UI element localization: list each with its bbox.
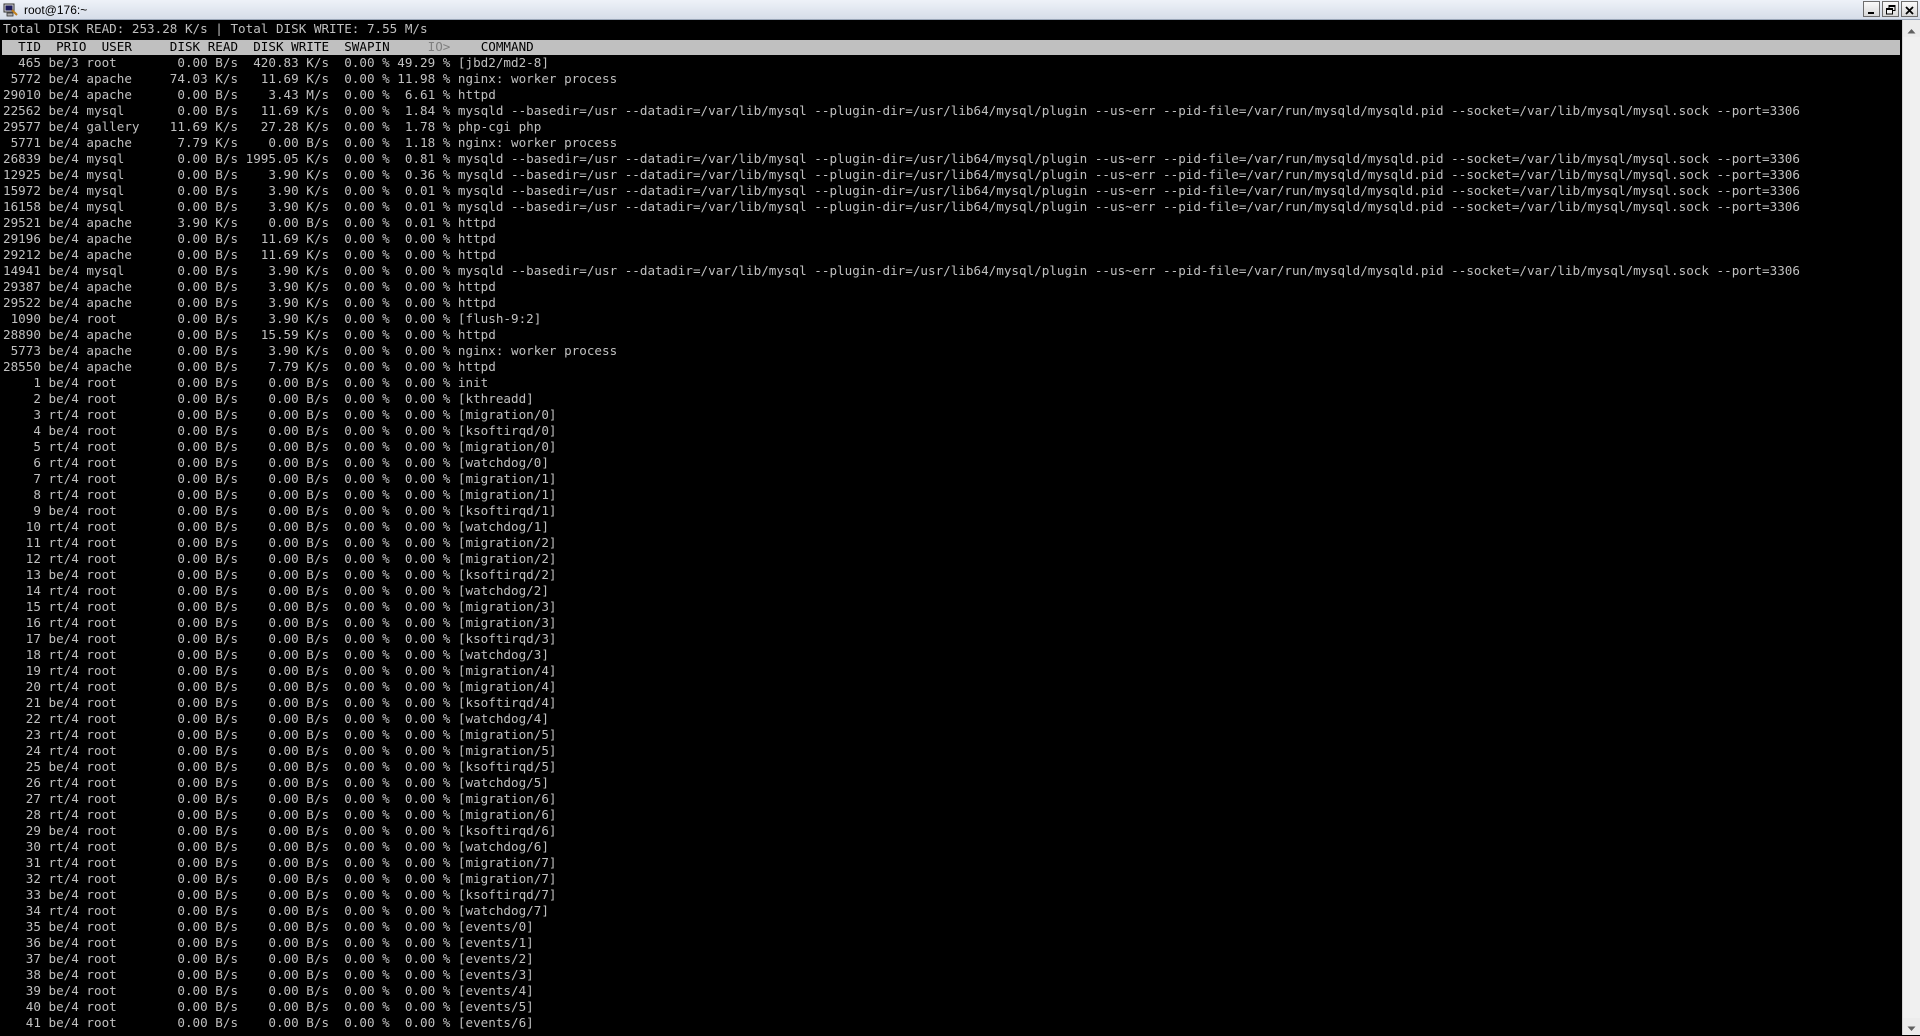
process-row: 34 rt/4 root 0.00 B/s 0.00 B/s 0.00 % 0.… [3, 903, 549, 918]
process-row: 27 rt/4 root 0.00 B/s 0.00 B/s 0.00 % 0.… [3, 791, 557, 806]
scroll-down-arrow-icon [1907, 1017, 1916, 1036]
process-row: 12 rt/4 root 0.00 B/s 0.00 B/s 0.00 % 0.… [3, 551, 557, 566]
minimize-icon [1867, 0, 1876, 19]
process-row: 31 rt/4 root 0.00 B/s 0.00 B/s 0.00 % 0.… [3, 855, 557, 870]
minimize-button[interactable] [1863, 1, 1880, 17]
process-row: 2 be/4 root 0.00 B/s 0.00 B/s 0.00 % 0.0… [3, 391, 534, 406]
process-row: 14 rt/4 root 0.00 B/s 0.00 B/s 0.00 % 0.… [3, 583, 549, 598]
process-row: 38 be/4 root 0.00 B/s 0.00 B/s 0.00 % 0.… [3, 967, 534, 982]
process-row: 5773 be/4 apache 0.00 B/s 3.90 K/s 0.00 … [3, 343, 618, 358]
scrollbar-track[interactable] [1904, 37, 1919, 1018]
scroll-up-arrow-icon [1907, 19, 1916, 38]
vertical-scrollbar[interactable] [1902, 20, 1920, 1035]
process-row: 5771 be/4 apache 7.79 K/s 0.00 B/s 0.00 … [3, 135, 618, 150]
io-sort-column: IO> [427, 39, 451, 54]
scroll-up-button[interactable] [1903, 20, 1920, 37]
process-row: 40 be/4 root 0.00 B/s 0.00 B/s 0.00 % 0.… [3, 999, 534, 1014]
process-row: 32 rt/4 root 0.00 B/s 0.00 B/s 0.00 % 0.… [3, 871, 557, 886]
process-row: 6 rt/4 root 0.00 B/s 0.00 B/s 0.00 % 0.0… [3, 455, 549, 470]
process-row: 8 rt/4 root 0.00 B/s 0.00 B/s 0.00 % 0.0… [3, 487, 557, 502]
process-row: 1090 be/4 root 0.00 B/s 3.90 K/s 0.00 % … [3, 311, 542, 326]
process-row: 20 rt/4 root 0.00 B/s 0.00 B/s 0.00 % 0.… [3, 679, 557, 694]
process-row: 29577 be/4 gallery 11.69 K/s 27.28 K/s 0… [3, 119, 542, 134]
process-row: 15972 be/4 mysql 0.00 B/s 3.90 K/s 0.00 … [3, 183, 1800, 198]
process-row: 41 be/4 root 0.00 B/s 0.00 B/s 0.00 % 0.… [3, 1015, 534, 1030]
process-row: 29 be/4 root 0.00 B/s 0.00 B/s 0.00 % 0.… [3, 823, 557, 838]
process-row: 13 be/4 root 0.00 B/s 0.00 B/s 0.00 % 0.… [3, 567, 557, 582]
process-row: 3 rt/4 root 0.00 B/s 0.00 B/s 0.00 % 0.0… [3, 407, 557, 422]
process-row: 33 be/4 root 0.00 B/s 0.00 B/s 0.00 % 0.… [3, 887, 557, 902]
column-header-right: COMMAND [450, 39, 534, 54]
process-row: 1 be/4 root 0.00 B/s 0.00 B/s 0.00 % 0.0… [3, 375, 489, 390]
process-row: 36 be/4 root 0.00 B/s 0.00 B/s 0.00 % 0.… [3, 935, 534, 950]
process-row: 30 rt/4 root 0.00 B/s 0.00 B/s 0.00 % 0.… [3, 839, 549, 854]
process-row: 16 rt/4 root 0.00 B/s 0.00 B/s 0.00 % 0.… [3, 615, 557, 630]
column-header: TID PRIO USER DISK READ DISK WRITE SWAPI… [3, 39, 534, 55]
window-controls [1863, 1, 1918, 17]
process-row: 39 be/4 root 0.00 B/s 0.00 B/s 0.00 % 0.… [3, 983, 534, 998]
process-row: 28550 be/4 apache 0.00 B/s 7.79 K/s 0.00… [3, 359, 496, 374]
process-row: 18 rt/4 root 0.00 B/s 0.00 B/s 0.00 % 0.… [3, 647, 549, 662]
process-row: 22562 be/4 mysql 0.00 B/s 11.69 K/s 0.00… [3, 103, 1800, 118]
process-row: 35 be/4 root 0.00 B/s 0.00 B/s 0.00 % 0.… [3, 919, 534, 934]
process-row: 29212 be/4 apache 0.00 B/s 11.69 K/s 0.0… [3, 247, 496, 262]
process-row: 21 be/4 root 0.00 B/s 0.00 B/s 0.00 % 0.… [3, 695, 557, 710]
process-row: 5 rt/4 root 0.00 B/s 0.00 B/s 0.00 % 0.0… [3, 439, 557, 454]
process-row: 24 rt/4 root 0.00 B/s 0.00 B/s 0.00 % 0.… [3, 743, 557, 758]
process-row: 29521 be/4 apache 3.90 K/s 0.00 B/s 0.00… [3, 215, 496, 230]
close-icon [1905, 0, 1914, 19]
process-row: 29387 be/4 apache 0.00 B/s 3.90 K/s 0.00… [3, 279, 496, 294]
process-row: 25 be/4 root 0.00 B/s 0.00 B/s 0.00 % 0.… [3, 759, 557, 774]
disk-total-summary: Total DISK READ: 253.28 K/s | Total DISK… [3, 21, 428, 36]
putty-terminal-icon[interactable] [3, 2, 19, 18]
window-titlebar[interactable]: root@176:~ [0, 0, 1920, 20]
process-row: 15 rt/4 root 0.00 B/s 0.00 B/s 0.00 % 0.… [3, 599, 557, 614]
process-row: 10 rt/4 root 0.00 B/s 0.00 B/s 0.00 % 0.… [3, 519, 549, 534]
process-row: 7 rt/4 root 0.00 B/s 0.00 B/s 0.00 % 0.0… [3, 471, 557, 486]
scroll-down-button[interactable] [1903, 1018, 1920, 1035]
close-button[interactable] [1901, 1, 1918, 17]
process-row: 26839 be/4 mysql 0.00 B/s 1995.05 K/s 0.… [3, 151, 1800, 166]
process-row: 11 rt/4 root 0.00 B/s 0.00 B/s 0.00 % 0.… [3, 535, 557, 550]
process-row: 22 rt/4 root 0.00 B/s 0.00 B/s 0.00 % 0.… [3, 711, 549, 726]
terminal-screen[interactable]: Total DISK READ: 253.28 K/s | Total DISK… [0, 20, 1902, 1035]
process-row: 9 be/4 root 0.00 B/s 0.00 B/s 0.00 % 0.0… [3, 503, 557, 518]
process-row: 26 rt/4 root 0.00 B/s 0.00 B/s 0.00 % 0.… [3, 775, 549, 790]
process-row: 465 be/3 root 0.00 B/s 420.83 K/s 0.00 %… [3, 55, 549, 70]
process-row: 14941 be/4 mysql 0.00 B/s 3.90 K/s 0.00 … [3, 263, 1800, 278]
restore-icon [1885, 0, 1896, 19]
column-header-left: TID PRIO USER DISK READ DISK WRITE SWAPI… [3, 39, 428, 54]
window-title: root@176:~ [24, 3, 88, 17]
process-row: 5772 be/4 apache 74.03 K/s 11.69 K/s 0.0… [3, 71, 618, 86]
process-row: 19 rt/4 root 0.00 B/s 0.00 B/s 0.00 % 0.… [3, 663, 557, 678]
process-row: 28 rt/4 root 0.00 B/s 0.00 B/s 0.00 % 0.… [3, 807, 557, 822]
process-row: 28890 be/4 apache 0.00 B/s 15.59 K/s 0.0… [3, 327, 496, 342]
process-row: 16158 be/4 mysql 0.00 B/s 3.90 K/s 0.00 … [3, 199, 1800, 214]
process-row: 12925 be/4 mysql 0.00 B/s 3.90 K/s 0.00 … [3, 167, 1800, 182]
process-row: 4 be/4 root 0.00 B/s 0.00 B/s 0.00 % 0.0… [3, 423, 557, 438]
maximize-button[interactable] [1882, 1, 1899, 17]
process-row: 29196 be/4 apache 0.00 B/s 11.69 K/s 0.0… [3, 231, 496, 246]
process-row: 37 be/4 root 0.00 B/s 0.00 B/s 0.00 % 0.… [3, 951, 534, 966]
process-row: 29522 be/4 apache 0.00 B/s 3.90 K/s 0.00… [3, 295, 496, 310]
process-row: 17 be/4 root 0.00 B/s 0.00 B/s 0.00 % 0.… [3, 631, 557, 646]
process-row: 29010 be/4 apache 0.00 B/s 3.43 M/s 0.00… [3, 87, 496, 102]
process-row: 23 rt/4 root 0.00 B/s 0.00 B/s 0.00 % 0.… [3, 727, 557, 742]
